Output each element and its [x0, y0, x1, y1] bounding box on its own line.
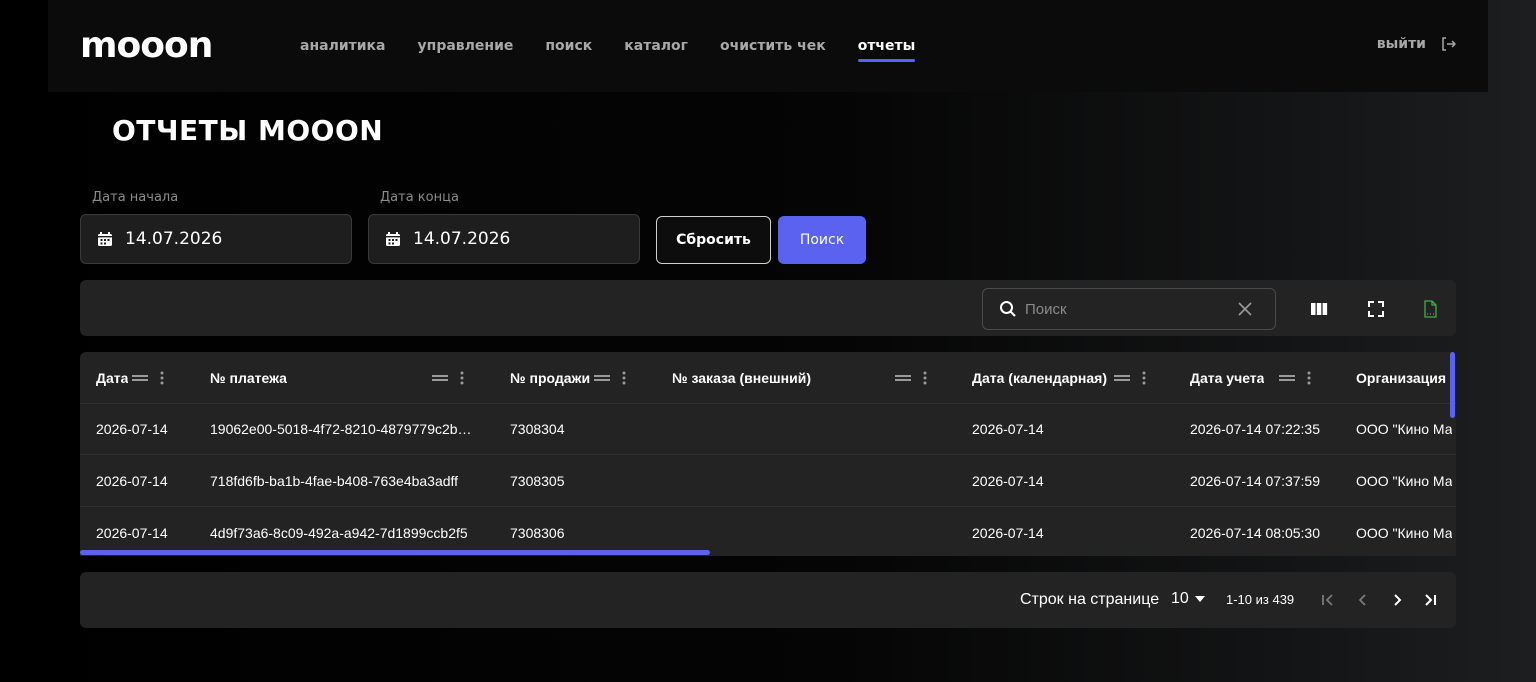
column-controls: [594, 371, 626, 385]
table-search-input[interactable]: [1025, 300, 1225, 318]
cell-sale-number: 7308304: [510, 421, 565, 437]
nav-item-analytics[interactable]: аналитика: [300, 36, 386, 62]
start-date-label: Дата начала: [92, 190, 179, 205]
cell-payment-number: 4d9f73a6-8c09-492a-a942-7d1899ccb2f5: [210, 525, 468, 541]
search-icon: [1000, 301, 1016, 317]
reports-table: Дата № платежа № продажи № заказа (внешн…: [80, 352, 1456, 556]
cell-organization: ООО "Кино Ма: [1356, 525, 1452, 541]
table-row[interactable]: 2026-07-14 4d9f73a6-8c09-492a-a942-7d189…: [80, 507, 1456, 556]
cell-payment-number: 718fd6fb-ba1b-4fae-b408-763e4ba3adff: [210, 473, 459, 489]
end-date-field[interactable]: 14.07.2026: [368, 214, 640, 264]
table-row[interactable]: 2026-07-14 718fd6fb-ba1b-4fae-b408-763e4…: [80, 455, 1456, 507]
drag-handle-icon[interactable]: [432, 373, 448, 383]
calendar-icon: [98, 232, 112, 246]
column-menu-icon[interactable]: [923, 371, 927, 385]
search-button[interactable]: Поиск: [778, 216, 866, 264]
cell-organization: ООО "Кино Ма: [1356, 421, 1452, 437]
page-range: 1-10 из 439: [1226, 592, 1295, 607]
drag-handle-icon[interactable]: [1114, 373, 1130, 383]
column-header-sale-number[interactable]: № продажи: [510, 352, 590, 404]
column-controls: [895, 371, 927, 385]
pagination: Строк на странице 10 1-10 из 439: [80, 572, 1456, 628]
column-header-calendar-date[interactable]: Дата (календарная): [972, 352, 1107, 404]
vertical-scrollbar[interactable]: [1450, 352, 1455, 418]
next-page-icon[interactable]: [1389, 592, 1405, 608]
nav-item-catalog[interactable]: каталог: [624, 36, 688, 62]
column-menu-icon[interactable]: [460, 371, 464, 385]
close-icon[interactable]: [1237, 301, 1253, 317]
top-navigation: mooon аналитика управление поиск каталог…: [48, 0, 1488, 92]
drag-handle-icon[interactable]: [895, 373, 911, 383]
cell-calendar-date: 2026-07-14: [972, 473, 1044, 489]
cell-sale-number: 7308306: [510, 525, 565, 541]
column-controls: [432, 371, 464, 385]
columns-icon[interactable]: [1310, 300, 1328, 318]
column-header-payment-number[interactable]: № платежа: [210, 352, 287, 404]
horizontal-scrollbar[interactable]: [80, 550, 710, 555]
rows-per-page-label: Строк на странице: [1020, 591, 1160, 608]
cell-accounting-date: 2026-07-14 08:05:30: [1190, 525, 1320, 541]
column-menu-icon[interactable]: [622, 371, 626, 385]
logo[interactable]: mooon: [80, 26, 213, 66]
cell-date: 2026-07-14: [96, 525, 168, 541]
column-header-external-order[interactable]: № заказа (внешний): [672, 352, 811, 404]
fullscreen-icon[interactable]: [1367, 300, 1385, 318]
cell-sale-number: 7308305: [510, 473, 565, 489]
table-search[interactable]: [982, 288, 1276, 330]
cell-accounting-date: 2026-07-14 07:37:59: [1190, 473, 1320, 489]
logout-button[interactable]: выйти: [1377, 36, 1456, 52]
cell-calendar-date: 2026-07-14: [972, 421, 1044, 437]
nav-item-management[interactable]: управление: [418, 36, 514, 62]
first-page-icon[interactable]: [1320, 592, 1336, 608]
column-header-organization[interactable]: Организация: [1356, 352, 1456, 404]
main-nav: аналитика управление поиск каталог очист…: [300, 36, 947, 62]
nav-item-reports[interactable]: отчеты: [857, 36, 915, 62]
column-menu-icon[interactable]: [1142, 371, 1146, 385]
start-date-value: 14.07.2026: [125, 229, 223, 249]
table-toolbar: [80, 280, 1456, 336]
table-row[interactable]: 2026-07-14 19062e00-5018-4f72-8210-48797…: [80, 403, 1456, 455]
cell-organization: ООО "Кино Ма: [1356, 473, 1452, 489]
column-controls: [1279, 371, 1311, 385]
cell-accounting-date: 2026-07-14 07:22:35: [1190, 421, 1320, 437]
cell-calendar-date: 2026-07-14: [972, 525, 1044, 541]
cell-date: 2026-07-14: [96, 473, 168, 489]
rows-per-page-select[interactable]: 10: [1171, 590, 1205, 608]
end-date-label: Дата конца: [380, 190, 459, 205]
nav-item-clear-check[interactable]: очистить чек: [720, 36, 826, 62]
drag-handle-icon[interactable]: [132, 373, 148, 383]
drag-handle-icon[interactable]: [1279, 373, 1295, 383]
column-header-accounting-date[interactable]: Дата учета: [1190, 352, 1264, 404]
prev-page-icon[interactable]: [1355, 592, 1371, 608]
page-title: ОТЧЕТЫ MOOON: [112, 114, 384, 147]
column-controls: [1114, 371, 1146, 385]
calendar-icon: [386, 232, 400, 246]
column-menu-icon[interactable]: [160, 371, 164, 385]
logout-icon: [1442, 37, 1456, 51]
last-page-icon[interactable]: [1422, 592, 1438, 608]
nav-item-search[interactable]: поиск: [545, 36, 592, 62]
export-csv-icon[interactable]: [1421, 300, 1439, 318]
caret-down-icon: [1194, 596, 1205, 602]
reset-button[interactable]: Сбросить: [656, 216, 771, 264]
table-header: Дата № платежа № продажи № заказа (внешн…: [80, 352, 1456, 404]
cell-payment-number: 19062e00-5018-4f72-8210-4879779c2b…: [210, 421, 472, 437]
end-date-value: 14.07.2026: [413, 229, 511, 249]
drag-handle-icon[interactable]: [594, 373, 610, 383]
start-date-field[interactable]: 14.07.2026: [80, 214, 352, 264]
column-menu-icon[interactable]: [1307, 371, 1311, 385]
logout-label: выйти: [1376, 36, 1426, 52]
rows-per-page-value: 10: [1171, 590, 1189, 607]
cell-date: 2026-07-14: [96, 421, 168, 437]
column-header-date[interactable]: Дата: [96, 352, 128, 404]
column-controls: [132, 371, 164, 385]
